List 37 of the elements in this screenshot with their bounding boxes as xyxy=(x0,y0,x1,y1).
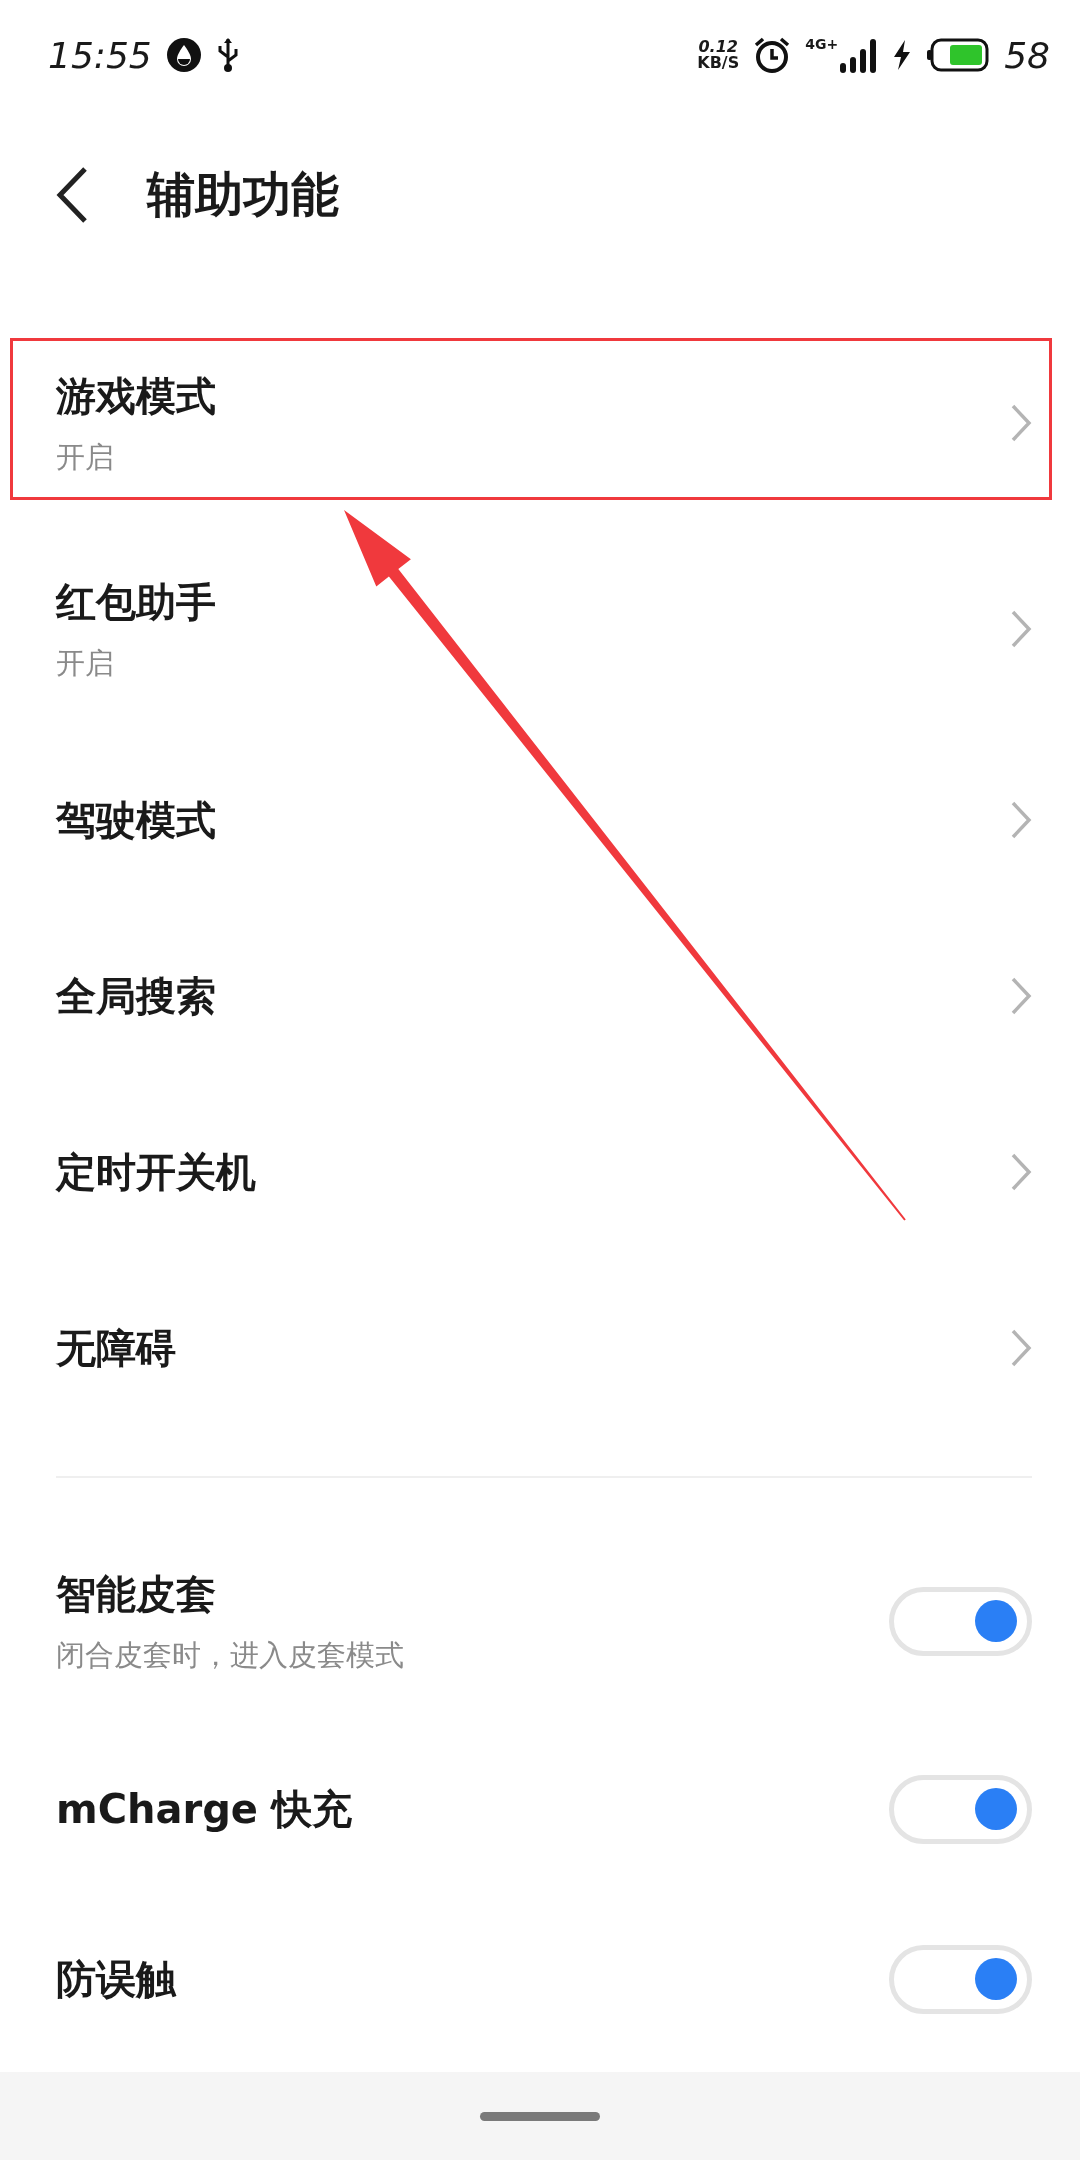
drop-icon xyxy=(165,37,202,73)
charging-icon xyxy=(892,39,913,71)
item-subtitle: 开启 xyxy=(56,438,115,476)
item-title: 防误触 xyxy=(56,1954,178,2004)
settings-item[interactable]: 驾驶模式 xyxy=(0,732,1080,908)
item-title: mCharge 快充 xyxy=(56,1784,353,1834)
battery-percent: 58 xyxy=(1004,34,1050,76)
item-title: 游戏模式 xyxy=(56,371,217,421)
home-handle[interactable] xyxy=(480,2111,600,2121)
settings-item[interactable]: 全局搜索 xyxy=(0,908,1080,1084)
item-title: 驾驶模式 xyxy=(56,795,217,845)
status-time: 15:55 xyxy=(48,34,152,76)
net-speed: 0.12 xyxy=(698,39,738,55)
chevron-right-icon xyxy=(1010,976,1032,1016)
chevron-right-icon xyxy=(1010,609,1032,649)
chevron-right-icon xyxy=(1010,403,1032,443)
item-title: 无障碍 xyxy=(56,1323,177,1373)
item-subtitle: 开启 xyxy=(56,644,115,682)
network-type: 4G+ xyxy=(805,36,839,52)
net-unit: KB/S xyxy=(697,55,740,71)
item-subtitle: 闭合皮套时，进入皮套模式 xyxy=(56,1636,405,1674)
signal-icon xyxy=(838,37,879,73)
alarm-icon xyxy=(753,36,792,74)
item-title: 智能皮套 xyxy=(56,1569,217,1619)
chevron-right-icon xyxy=(1010,1328,1032,1368)
item-title: 全局搜索 xyxy=(56,971,217,1021)
settings-item[interactable]: 无障碍 xyxy=(0,1260,1080,1436)
settings-item[interactable]: 红包助手 开启 xyxy=(0,526,1080,732)
back-icon[interactable] xyxy=(55,166,89,224)
settings-item[interactable]: 游戏模式 开启 xyxy=(0,320,1080,526)
item-title: 定时开关机 xyxy=(56,1147,257,1197)
chevron-right-icon xyxy=(1010,1152,1032,1192)
battery-icon xyxy=(926,37,991,73)
settings-item[interactable]: 定时开关机 xyxy=(0,1084,1080,1260)
item-title: 红包助手 xyxy=(56,577,217,627)
chevron-right-icon xyxy=(1010,800,1032,840)
page-title: 辅助功能 xyxy=(147,165,339,224)
